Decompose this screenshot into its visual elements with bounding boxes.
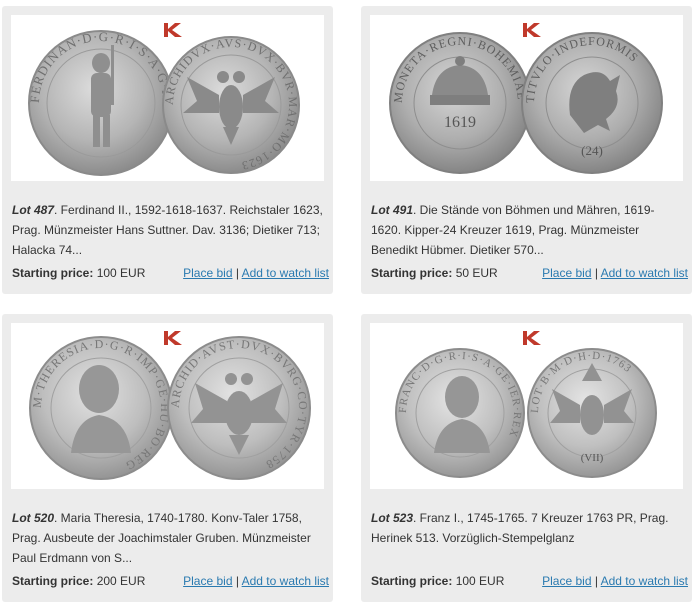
- lot-card: M·THERESIA·D·G·R·IMP·GE·HU·BO·REG ARCHID…: [2, 314, 333, 602]
- auction-house-logo-icon: [164, 331, 182, 345]
- lot-card: 1619 MONETA·REGNI·BOHEMIAE (24) TITVLO·I…: [361, 6, 692, 294]
- place-bid-link[interactable]: Place bid: [542, 266, 591, 280]
- add-to-watch-list-link[interactable]: Add to watch list: [601, 266, 688, 280]
- coin-photo[interactable]: M·THERESIA·D·G·R·IMP·GE·HU·BO·REG ARCHID…: [11, 323, 324, 489]
- price-label: Starting price:: [371, 574, 453, 588]
- coin-image: M·THERESIA·D·G·R·IMP·GE·HU·BO·REG ARCHID…: [29, 336, 311, 480]
- lot-description: Lot 520. Maria Theresia, 1740-1780. Konv…: [12, 508, 324, 568]
- obverse-date: 1619: [444, 114, 476, 131]
- price-label: Starting price:: [371, 266, 453, 280]
- price-label: Starting price:: [12, 574, 94, 588]
- lot-number: Lot 487: [12, 203, 55, 217]
- auction-house-logo-icon: [523, 331, 541, 345]
- coin-image: FERDINAN·D·G·R·I·S·A·G·HV ARCHIDVX·AVS·D…: [27, 29, 300, 176]
- place-bid-link[interactable]: Place bid: [542, 574, 591, 588]
- lot-description: Lot 523. Franz I., 1745-1765. 7 Kreuzer …: [371, 508, 683, 548]
- coin-image: FRANC·D·G·R·I·S·A·GE·IER·REX (VII) LOT·B…: [395, 348, 657, 478]
- add-to-watch-list-link[interactable]: Add to watch list: [242, 266, 329, 280]
- reverse-value: (24): [581, 143, 603, 158]
- lot-actions: Place bid | Add to watch list: [542, 266, 688, 280]
- lot-card: FERDINAN·D·G·R·I·S·A·G·HV ARCHIDVX·AVS·D…: [2, 6, 333, 294]
- lot-number: Lot 491: [371, 203, 414, 217]
- coin-photo[interactable]: 1619 MONETA·REGNI·BOHEMIAE (24) TITVLO·I…: [370, 15, 683, 181]
- starting-price: Starting price: 50 EUR: [371, 266, 498, 280]
- lot-text: . Franz I., 1745-1765. 7 Kreuzer 1763 PR…: [371, 511, 669, 545]
- lot-number: Lot 523: [371, 511, 414, 525]
- separator: |: [232, 574, 242, 588]
- lot-text: . Die Stände von Böhmen und Mähren, 1619…: [371, 203, 655, 257]
- lot-description: Lot 487. Ferdinand II., 1592-1618-1637. …: [12, 200, 324, 260]
- lot-card: FRANC·D·G·R·I·S·A·GE·IER·REX (VII) LOT·B…: [361, 314, 692, 602]
- reverse-value: (VII): [581, 452, 604, 464]
- lot-number: Lot 520: [12, 511, 55, 525]
- place-bid-link[interactable]: Place bid: [183, 574, 232, 588]
- separator: |: [591, 266, 601, 280]
- add-to-watch-list-link[interactable]: Add to watch list: [242, 574, 329, 588]
- starting-price: Starting price: 200 EUR: [12, 574, 145, 588]
- lot-description: Lot 491. Die Stände von Böhmen und Mähre…: [371, 200, 683, 260]
- price-value: 100 EUR: [93, 266, 146, 280]
- lot-text: . Ferdinand II., 1592-1618-1637. Reichst…: [12, 203, 323, 257]
- starting-price: Starting price: 100 EUR: [371, 574, 504, 588]
- price-value: 200 EUR: [93, 574, 146, 588]
- coin-photo[interactable]: FERDINAN·D·G·R·I·S·A·G·HV ARCHIDVX·AVS·D…: [11, 15, 324, 181]
- lot-grid: FERDINAN·D·G·R·I·S·A·G·HV ARCHIDVX·AVS·D…: [0, 0, 700, 608]
- separator: |: [591, 574, 601, 588]
- starting-price: Starting price: 100 EUR: [12, 266, 145, 280]
- lot-actions: Place bid | Add to watch list: [183, 574, 329, 588]
- price-value: 100 EUR: [452, 574, 505, 588]
- place-bid-link[interactable]: Place bid: [183, 266, 232, 280]
- lot-actions: Place bid | Add to watch list: [183, 266, 329, 280]
- coin-photo[interactable]: FRANC·D·G·R·I·S·A·GE·IER·REX (VII) LOT·B…: [370, 323, 683, 489]
- coin-image: 1619 MONETA·REGNI·BOHEMIAE (24) TITVLO·I…: [389, 32, 663, 174]
- auction-house-logo-icon: [164, 23, 182, 37]
- price-value: 50 EUR: [452, 266, 498, 280]
- price-label: Starting price:: [12, 266, 94, 280]
- separator: |: [232, 266, 242, 280]
- add-to-watch-list-link[interactable]: Add to watch list: [601, 574, 688, 588]
- lot-actions: Place bid | Add to watch list: [542, 574, 688, 588]
- lot-text: . Maria Theresia, 1740-1780. Konv-Taler …: [12, 511, 311, 565]
- auction-house-logo-icon: [523, 23, 541, 37]
